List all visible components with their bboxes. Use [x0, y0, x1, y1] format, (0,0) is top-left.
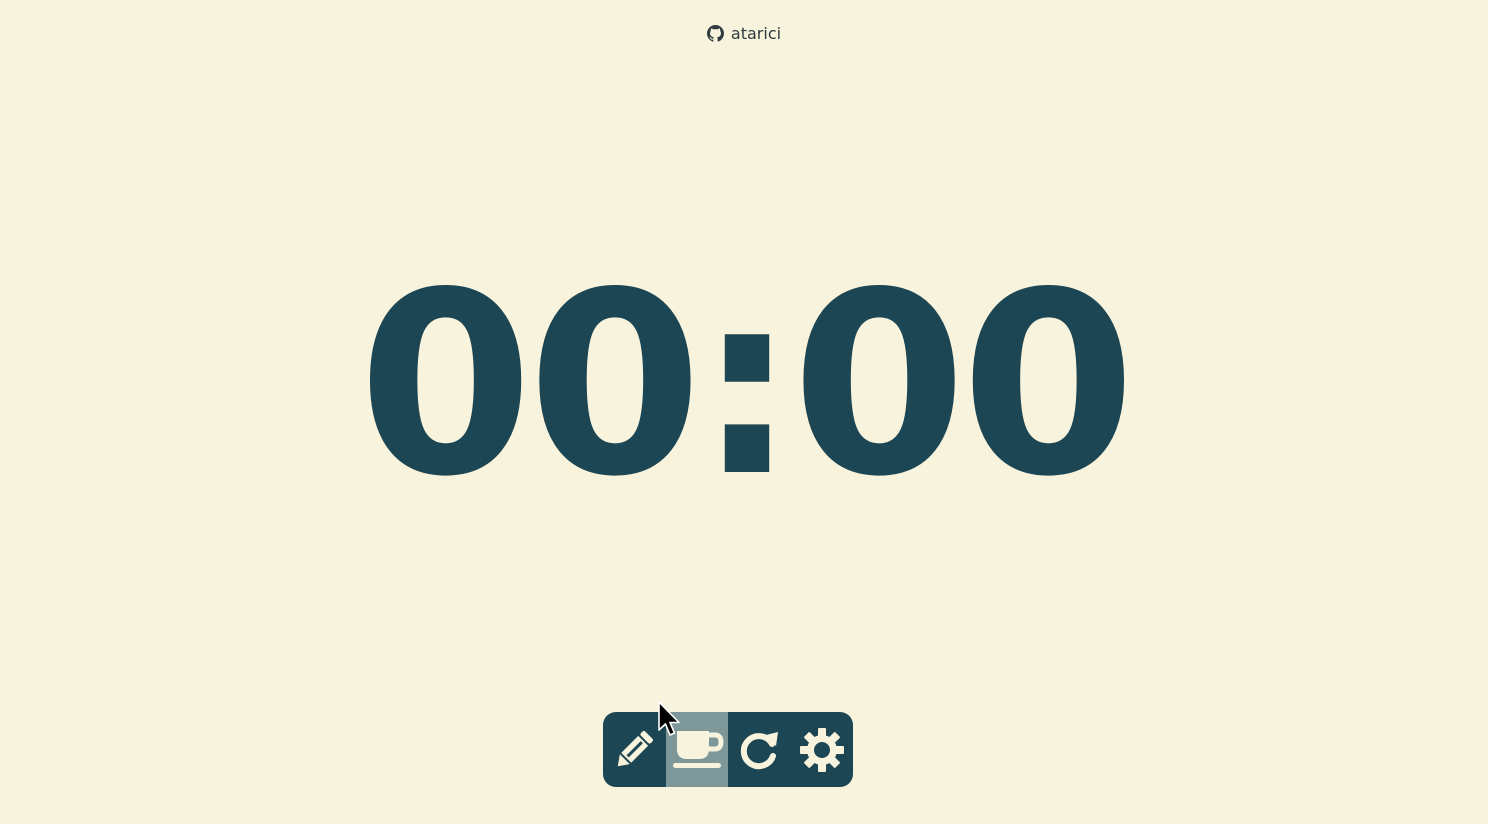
github-username: atarici	[730, 24, 782, 43]
github-user-link[interactable]: atarici	[0, 24, 1488, 43]
refresh-icon	[736, 727, 782, 773]
github-icon	[706, 25, 724, 42]
gear-icon	[798, 726, 846, 774]
timer-display: 00:00	[357, 239, 1136, 532]
mouse-cursor-icon	[656, 700, 682, 740]
reset-button[interactable]	[728, 712, 791, 787]
pencil-icon	[611, 727, 657, 773]
settings-button[interactable]	[791, 712, 854, 787]
toolbar	[603, 712, 853, 787]
